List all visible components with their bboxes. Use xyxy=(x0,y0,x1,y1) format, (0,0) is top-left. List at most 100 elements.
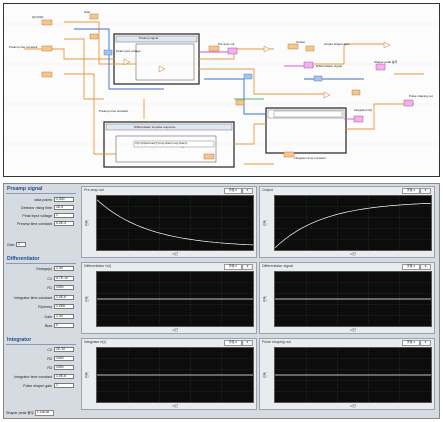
chart-ylabel: 진폭 xyxy=(85,372,89,378)
chart-ylabel: 진폭 xyxy=(85,220,89,226)
chart-output: Output 플롯 0 ▾ 진폭시간 xyxy=(259,186,435,258)
label-output-shaper-gain: Output shaper gain xyxy=(324,42,350,46)
integrator-section-title: Integrator xyxy=(7,337,32,343)
chart-legend[interactable]: 플롯 0 xyxy=(402,264,420,270)
gain-input[interactable]: 1 xyxy=(16,242,26,247)
int-label-2: R3 xyxy=(47,366,52,370)
chart-ylabel: 진폭 xyxy=(263,372,267,378)
label-pulse-shaping-out: Pulse shaping out xyxy=(409,94,433,98)
chart-menu-button[interactable]: ▾ xyxy=(420,188,431,194)
preamp-label-1: Detector rising time xyxy=(21,206,52,210)
chart-title: Output xyxy=(262,188,273,192)
chart-plot-area[interactable] xyxy=(96,195,254,251)
label-diff-signal: Differentiator signal xyxy=(316,64,342,68)
chart-menu-button[interactable]: ▾ xyxy=(242,340,253,346)
int-input-1[interactable]: 1000 xyxy=(54,356,74,361)
int-input-0[interactable]: 1E-10 xyxy=(54,347,74,352)
diff-input-4[interactable]: 1.0E6 xyxy=(54,304,74,309)
chart-legend[interactable]: 플롯 0 xyxy=(224,340,242,346)
chart-menu-button[interactable]: ▾ xyxy=(420,264,431,270)
int-label-1: R2 xyxy=(47,357,52,361)
chart-legend[interactable]: 플롯 0 xyxy=(402,340,420,346)
chart-menu-button[interactable]: ▾ xyxy=(420,340,431,346)
diff-label-1: C1 xyxy=(47,276,52,281)
chart-xlabel: 시간 xyxy=(350,328,356,332)
chart-plot-area[interactable] xyxy=(96,347,254,403)
preamp-separator xyxy=(6,193,76,194)
chart-ylabel: 진폭 xyxy=(263,220,267,226)
diff-input-0[interactable]: 1.00 xyxy=(54,266,74,271)
label-formula: V(t)=(1/(tau2-tau1))*(exp(-t/tau2)-exp(-… xyxy=(135,142,188,145)
int-input-2[interactable]: 1000 xyxy=(54,365,74,370)
preamp-input-2[interactable]: 1 xyxy=(54,213,74,218)
chart-xlabel: 시간 xyxy=(172,404,178,408)
chart-title: Pulse shaping out xyxy=(262,340,291,344)
preamp-section-title: Preamp signal xyxy=(7,186,43,192)
chart-preamp_out: Pre amp out 플롯 0 ▾ 진폭시간 xyxy=(81,186,257,258)
chart-xlabel: 시간 xyxy=(350,404,356,408)
integrator-separator xyxy=(6,344,76,345)
int-input-3[interactable]: 1.0E-6 xyxy=(54,374,74,379)
preamp-label-3: Preamp time constant xyxy=(17,222,52,226)
label-peak-input-voltage: Peak input voltage xyxy=(116,49,141,53)
diff-label-2: R1 xyxy=(47,286,52,290)
label-diff-impulse: Differentiator impulse response xyxy=(134,125,176,129)
chart-xlabel: 시간 xyxy=(172,328,178,332)
chart-xlabel: 시간 xyxy=(172,252,178,256)
int-label-0: C2 xyxy=(47,348,52,352)
block-diagram-wires xyxy=(4,13,439,168)
int-label-3: Integrator time constant xyxy=(14,375,52,379)
label-q: Q(C)(W) xyxy=(32,15,44,19)
differentiator-section-title: Differentiator xyxy=(7,256,40,262)
chart-integrator_hxt: Integrator h(t) 플롯 0 ▾ 진폭시간 xyxy=(81,338,257,410)
chart-title: Integrator h(t) xyxy=(84,340,106,344)
diff-label-3: Integrator time constant xyxy=(14,295,52,300)
chart-diff_signal: Differentiator signal 플롯 0 ▾ 진폭시간 xyxy=(259,262,435,334)
diff-label-0: Omega(s) xyxy=(36,267,52,271)
int-label-4: Pulse shaper gain xyxy=(23,384,52,388)
preamp-label-2: Peak input voltage xyxy=(22,214,52,218)
differentiator-separator xyxy=(6,263,76,264)
gain-label: Gain xyxy=(7,243,15,247)
diff-input-5[interactable]: 1.00 xyxy=(54,313,74,319)
shaper-peak-value: 1.13E-06 xyxy=(35,410,54,416)
chart-pulse_shaping: Pulse shaping out 플롯 0 ▾ 진폭시간 xyxy=(259,338,435,410)
diff-input-1[interactable]: 4.7E-10 xyxy=(54,275,74,281)
front-panel: Preamp signal data points 1,000 Detector r… xyxy=(3,183,440,419)
preamp-input-0[interactable]: 1,000 xyxy=(54,197,74,202)
diff-input-6[interactable]: 0 xyxy=(54,323,74,328)
chart-menu-button[interactable]: ▾ xyxy=(242,188,253,194)
chart-plot-area[interactable] xyxy=(274,347,432,403)
label-preamp-signal: Preamp signal xyxy=(139,36,159,40)
chart-title: Differentiator h(t) xyxy=(84,264,111,268)
chart-plot-area[interactable] xyxy=(96,271,254,327)
chart-legend[interactable]: 플롯 0 xyxy=(402,188,420,194)
shaper-peak-status: Shaper peak 봉우 1.13E-06 xyxy=(6,410,54,416)
chart-title: Differentiator signal xyxy=(262,264,293,268)
label-shaper-peak: Shaper peak 봉우 xyxy=(374,60,398,64)
diff-label-5: Gain xyxy=(44,314,52,319)
label-pre-amp-out: Pre amp out xyxy=(218,42,235,46)
chart-plot-area[interactable] xyxy=(274,271,432,327)
preamp-input-1[interactable]: 1E-9 xyxy=(54,205,74,210)
chart-ylabel: 진폭 xyxy=(263,296,267,302)
diff-label-4: R(ohms) xyxy=(38,305,52,309)
preamp-input-3[interactable]: 5.0E-4 xyxy=(54,221,74,226)
chart-title: Pre amp out xyxy=(84,188,104,192)
chart-menu-button[interactable]: ▾ xyxy=(242,264,253,270)
chart-xlabel: 시간 xyxy=(350,252,356,256)
int-input-4[interactable]: 1 xyxy=(54,383,74,388)
preamp-label-0: data points xyxy=(34,198,52,202)
chart-legend[interactable]: 플롯 0 xyxy=(224,264,242,270)
diff-input-3[interactable]: 1.0E-6 xyxy=(54,294,74,300)
label-preamp-rise-const: Preamp rise constant xyxy=(9,45,38,49)
series-line xyxy=(275,202,431,249)
label-preamp-time-constant: Preamp time constant xyxy=(99,109,129,113)
diff-input-2[interactable]: 1000 xyxy=(54,285,74,290)
chart-plot-area[interactable] xyxy=(274,195,432,251)
block-diagram: Q(C)(W) Start Preamp rise constant Pream… xyxy=(3,3,440,177)
label-integrator-hxt: Integrator h(t) xyxy=(354,108,373,112)
series-line xyxy=(97,199,253,246)
label-output: Output xyxy=(296,40,306,44)
chart-legend[interactable]: 플롯 0 xyxy=(224,188,242,194)
